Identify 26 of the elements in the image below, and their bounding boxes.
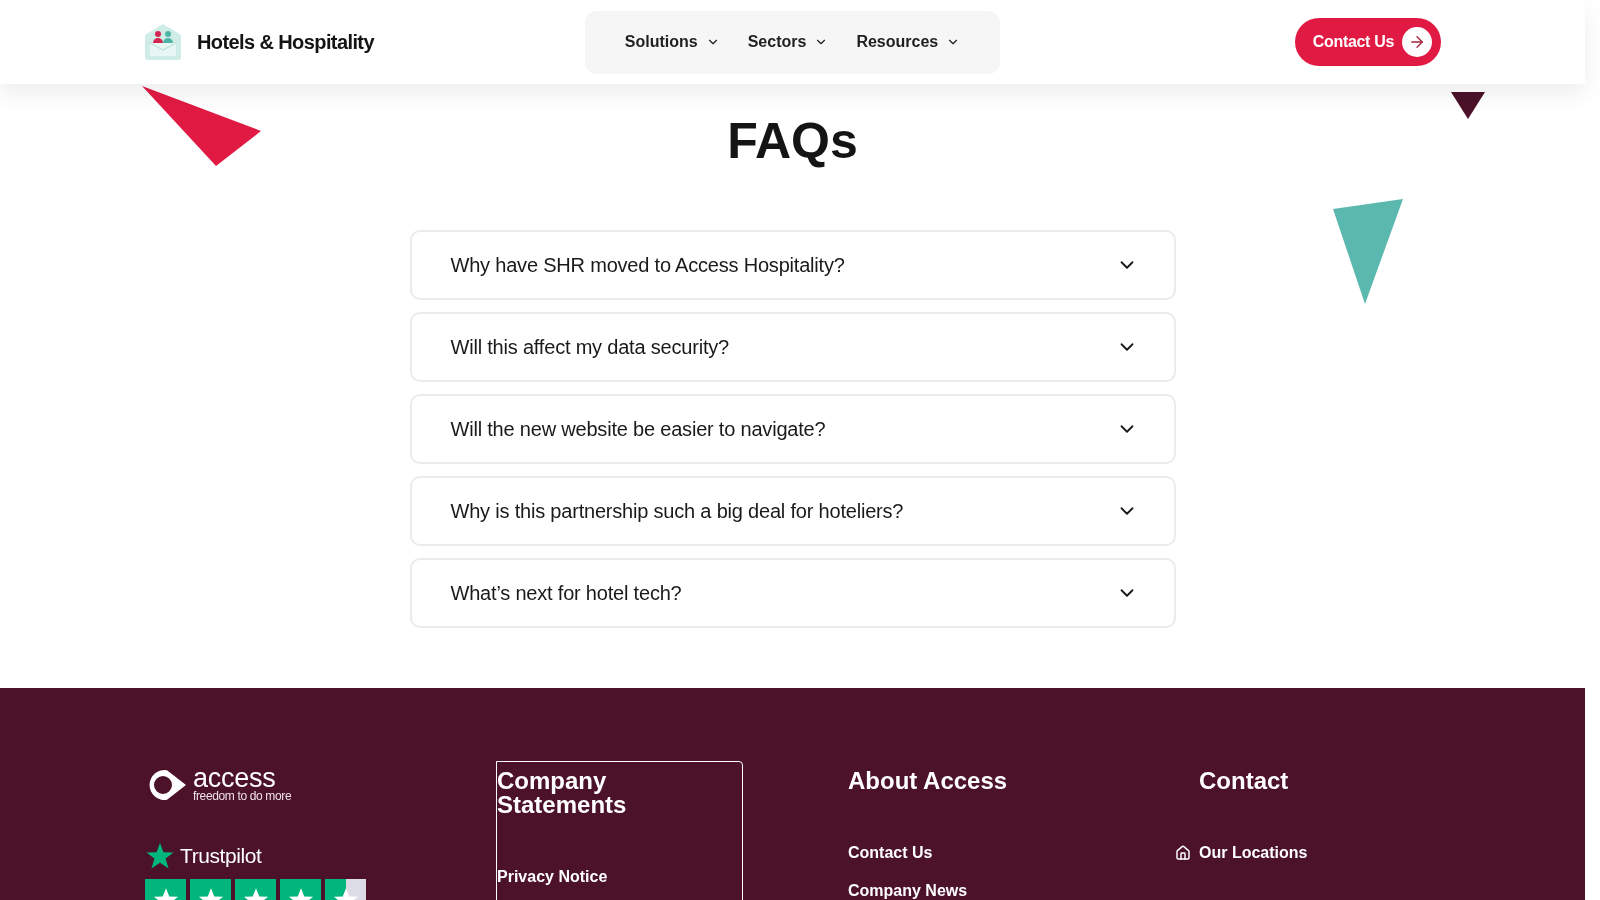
footer-link[interactable]: Contact Us <box>848 843 933 863</box>
house-icon <box>1175 845 1191 861</box>
logo-tagline: freedom to do more <box>193 789 292 803</box>
nav-menu-item[interactable]: Sectors <box>747 30 829 54</box>
section-title: FAQs <box>727 116 858 166</box>
contact-button[interactable]: Contact Us <box>1294 18 1441 66</box>
column-heading: Contact <box>1199 769 1289 793</box>
envelope-people-icon <box>144 23 182 61</box>
faq-question[interactable]: What’s next for hotel tech? <box>409 558 1176 628</box>
column-heading: About Access <box>848 769 1008 793</box>
faq-question[interactable]: Why is this partnership such a big deal for hoteliers? <box>409 476 1176 546</box>
star-logo-icon <box>145 841 175 871</box>
triangle-decoration <box>1451 92 1485 119</box>
brand-name: Hotels & Hospitality <box>197 30 374 55</box>
nav-menu-item[interactable]: Solutions <box>624 30 720 54</box>
footer-link[interactable]: Our Locations <box>1175 843 1308 863</box>
faq-question[interactable]: Why have SHR moved to Access Hospitality? <box>409 230 1176 300</box>
footer-link[interactable]: Privacy Notice <box>497 867 608 887</box>
logo-wordmark: access <box>193 767 277 789</box>
arrow-right-icon <box>1402 27 1432 57</box>
column-heading: Company Statements <box>497 769 628 817</box>
nav-menu-item[interactable]: Resources <box>856 30 961 54</box>
faq-question[interactable]: Will the new website be easier to navigate? <box>409 394 1176 464</box>
faq-question[interactable]: Will this affect my data security? <box>409 312 1176 382</box>
footer-link[interactable]: Company News <box>848 881 968 900</box>
trustpilot-wordmark: Trustpilot <box>180 843 262 869</box>
